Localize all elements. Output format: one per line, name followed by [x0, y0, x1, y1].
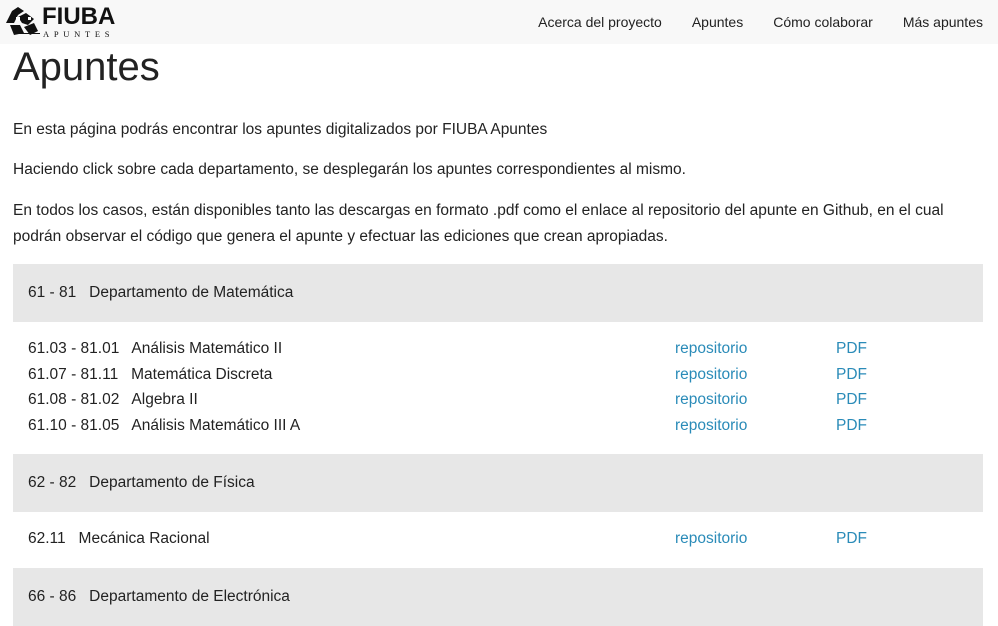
- repo-link[interactable]: repositorio: [675, 336, 747, 362]
- dept-label: 62 - 82 Departamento de Física: [28, 474, 255, 491]
- repo-link[interactable]: repositorio: [675, 413, 747, 439]
- subject-label: 61.10 - 81.05 Análisis Matemático III A: [28, 417, 301, 434]
- nav-item-acerca[interactable]: Acerca del proyecto: [523, 0, 677, 44]
- subject-row: 62.11 Mecánica Racional repositorio PDF: [13, 526, 983, 552]
- intro-paragraph-1: En esta página podrás encontrar los apun…: [13, 121, 548, 138]
- subject-row: 61.08 - 81.02 Algebra II repositorio PDF: [13, 387, 983, 413]
- dept-label: 61 - 81 Departamento de Matemática: [28, 284, 294, 301]
- repo-link[interactable]: repositorio: [675, 362, 747, 388]
- subject-row: 61.10 - 81.05 Análisis Matemático III A …: [13, 413, 983, 439]
- subject-label: 61.07 - 81.11 Matemática Discreta: [28, 366, 273, 383]
- intro-paragraph-2: Haciendo click sobre cada departamento, …: [13, 161, 686, 178]
- dept-header-matematica[interactable]: 61 - 81 Departamento de Matemática: [13, 264, 983, 322]
- brand-subtitle: APUNTES: [43, 29, 115, 39]
- subject-label: 62.11 Mecánica Racional: [28, 530, 210, 547]
- pdf-link[interactable]: PDF: [836, 387, 867, 413]
- dept-header-fisica[interactable]: 62 - 82 Departamento de Física: [13, 454, 983, 512]
- nav-item-mas-apuntes[interactable]: Más apuntes: [888, 0, 998, 44]
- brand-name: FIUBA: [42, 3, 116, 30]
- nav-item-como-colaborar[interactable]: Cómo colaborar: [758, 0, 888, 44]
- subject-row: 61.07 - 81.11 Matemática Discreta reposi…: [13, 362, 983, 388]
- nav-item-apuntes[interactable]: Apuntes: [677, 0, 758, 44]
- intro-paragraph-3: En todos los casos, están disponibles ta…: [13, 202, 944, 245]
- pdf-link[interactable]: PDF: [836, 336, 867, 362]
- subject-label: 61.03 - 81.01 Análisis Matemático II: [28, 340, 283, 357]
- pdf-link[interactable]: PDF: [836, 362, 867, 388]
- dept-label: 66 - 86 Departamento de Electrónica: [28, 588, 290, 605]
- brand-logo[interactable]: FIUBA APUNTES: [4, 3, 116, 41]
- navbar: FIUBA APUNTES Acerca del proyecto Apunte…: [0, 0, 998, 44]
- dept-body-matematica: 61.03 - 81.01 Análisis Matemático II rep…: [13, 322, 983, 454]
- pdf-link[interactable]: PDF: [836, 526, 867, 552]
- fiuba-emblem-icon: [6, 7, 38, 35]
- page-title: Apuntes: [13, 45, 160, 89]
- subject-row: 61.03 - 81.01 Análisis Matemático II rep…: [13, 336, 983, 362]
- dept-header-electronica[interactable]: 66 - 86 Departamento de Electrónica: [13, 568, 983, 626]
- nav-links: Acerca del proyecto Apuntes Cómo colabor…: [523, 0, 998, 44]
- repo-link[interactable]: repositorio: [675, 387, 747, 413]
- logo-rule: [18, 33, 40, 34]
- dept-body-fisica: 62.11 Mecánica Racional repositorio PDF: [13, 512, 983, 568]
- subject-label: 61.08 - 81.02 Algebra II: [28, 391, 198, 408]
- pdf-link[interactable]: PDF: [836, 413, 867, 439]
- repo-link[interactable]: repositorio: [675, 526, 747, 552]
